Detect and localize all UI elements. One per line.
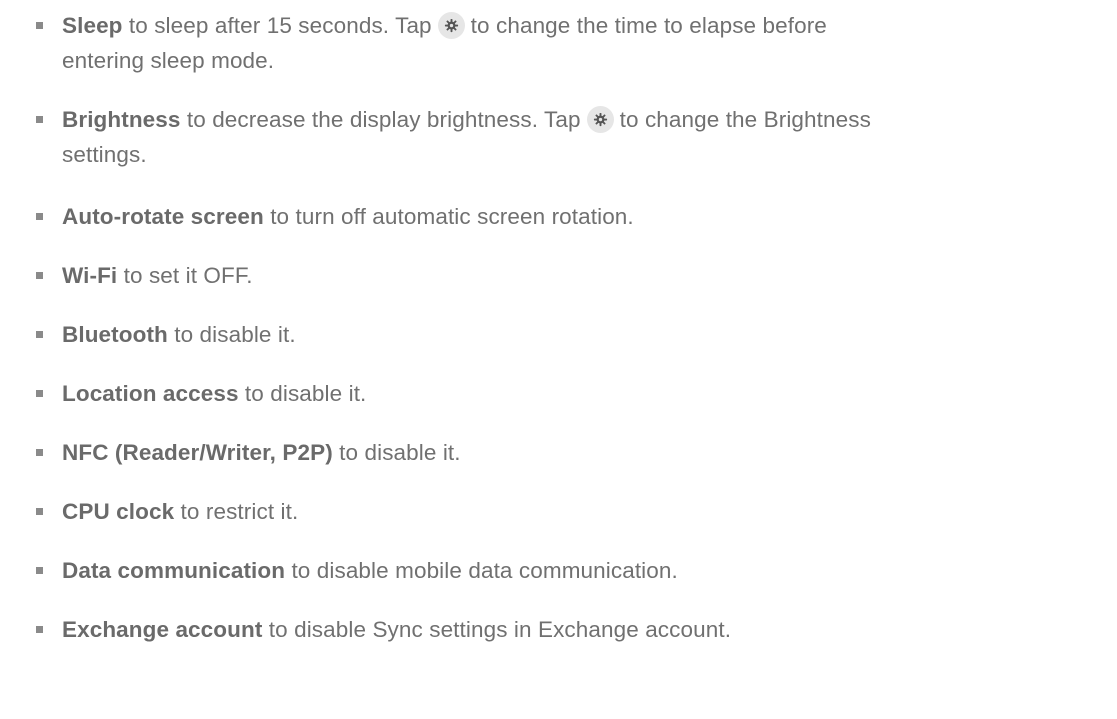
bullet-list: Sleep to sleep after 15 seconds. Tap to c… [0, 0, 1117, 719]
bullet-square [36, 449, 43, 456]
bullet-square [36, 22, 43, 29]
item-desc: to sleep after 15 seconds. Tap [122, 13, 432, 38]
bullet-square [36, 626, 43, 633]
item-text: Location access to disable it. [62, 376, 1112, 411]
item-text: Exchange account to disable Sync setting… [62, 612, 1112, 647]
item-term: Brightness [62, 107, 181, 132]
bullet-square [36, 116, 43, 123]
item-term: Auto-rotate screen [62, 204, 264, 229]
bullet-square [36, 508, 43, 515]
item-term: Data communication [62, 558, 286, 583]
item-desc: to decrease the display brightness. Tap [180, 107, 581, 132]
item-desc: to disable it. [238, 381, 367, 406]
item-desc: to disable it. [332, 440, 461, 465]
bullet-square [36, 390, 43, 397]
gear-icon[interactable] [586, 106, 614, 133]
item-text: CPU clock to restrict it. [62, 494, 1112, 529]
item-desc-line2: settings. [62, 142, 147, 167]
bullet-square [36, 567, 43, 574]
item-desc: to disable Sync settings in Exchange acc… [262, 617, 732, 642]
item-desc: to turn off automatic screen rotation. [263, 204, 634, 229]
item-desc: to set it OFF. [117, 263, 253, 288]
item-text: Brightness to decrease the display brigh… [62, 102, 1112, 172]
item-term: Exchange account [62, 617, 263, 642]
item-term: Bluetooth [62, 322, 168, 347]
item-text: Bluetooth to disable it. [62, 317, 1112, 352]
item-term: CPU clock [62, 499, 175, 524]
bullet-square [36, 272, 43, 279]
item-text: Data communication to disable mobile dat… [62, 553, 1112, 588]
bullet-square [36, 213, 43, 220]
item-term: NFC (Reader/Writer, P2P) [62, 440, 333, 465]
item-desc-line2: entering sleep mode. [62, 48, 275, 73]
gear-icon[interactable] [437, 12, 465, 39]
item-text: Auto-rotate screen to turn off automatic… [62, 199, 1112, 234]
item-desc: to disable mobile data communication. [285, 558, 678, 583]
item-term: Sleep [62, 13, 123, 38]
item-desc: to disable it. [167, 322, 296, 347]
item-text: Sleep to sleep after 15 seconds. Tap to c… [62, 8, 1112, 78]
item-term: Location access [62, 381, 239, 406]
item-desc-cont: to change the Brightness [619, 107, 871, 132]
item-text: NFC (Reader/Writer, P2P) to disable it. [62, 435, 1112, 470]
item-desc-cont: to change the time to elapse before [470, 13, 827, 38]
bullet-square [36, 331, 43, 338]
item-term: Wi-Fi [62, 263, 118, 288]
item-desc: to restrict it. [174, 499, 299, 524]
item-text: Wi-Fi to set it OFF. [62, 258, 1112, 293]
